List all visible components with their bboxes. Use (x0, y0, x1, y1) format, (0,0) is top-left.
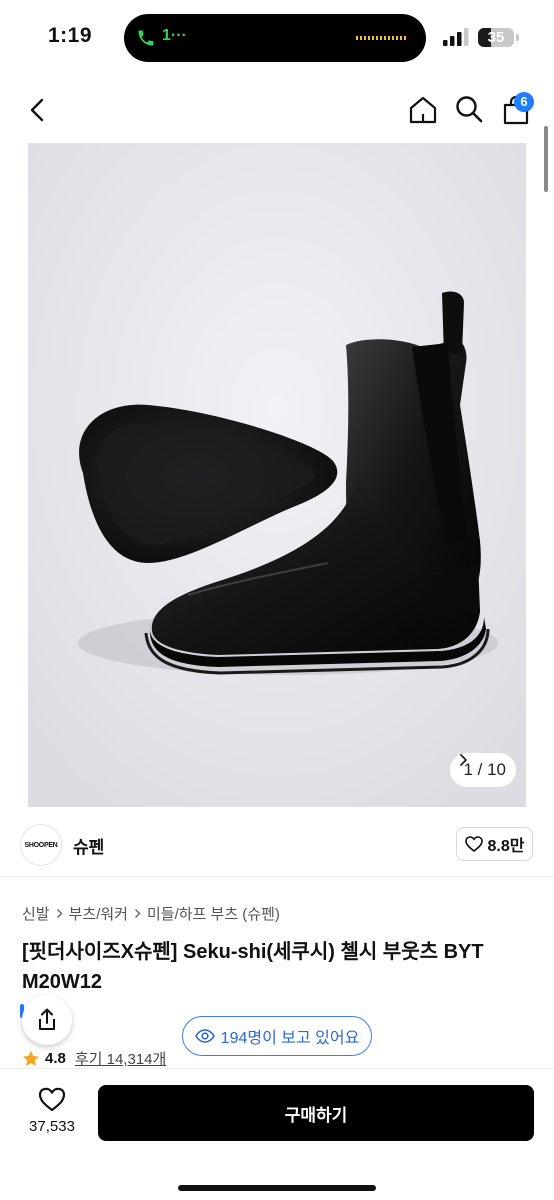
scrollbar[interactable] (544, 126, 548, 192)
battery-level: 35 (487, 29, 505, 46)
search-icon[interactable] (454, 94, 484, 124)
phone-icon (138, 30, 154, 46)
status-time: 1:19 (48, 24, 93, 47)
battery-icon: 35 (478, 28, 514, 47)
review-count-link[interactable]: 후기 14,314개 (75, 1048, 166, 1069)
share-icon (39, 1008, 55, 1030)
status-bar: 1:19 1··· 35 (0, 0, 554, 78)
heart-icon (38, 1087, 66, 1112)
heart-icon (464, 836, 483, 852)
star-icon (23, 1050, 39, 1066)
chevron-right-icon (134, 909, 141, 918)
breadcrumb-item[interactable]: 부츠/워커 (69, 903, 128, 924)
image-counter[interactable]: 1 / 10 (450, 753, 516, 787)
top-nav (0, 84, 554, 136)
product-title: [핏더사이즈X슈펜] Seku-shi(세쿠시) 첼시 부웃츠 BYT M20W… (22, 937, 542, 997)
signal-icon (443, 28, 469, 46)
product-image[interactable]: 1 / 10 (28, 143, 526, 807)
brand-row[interactable]: SHOOPEN 슈펜 8.8만 (0, 815, 554, 877)
back-icon[interactable] (24, 96, 52, 124)
bottom-action-bar: 37,533 구매하기 (0, 1068, 554, 1200)
brand-name[interactable]: 슈펜 (73, 833, 104, 858)
cart-count-badge: 6 (514, 92, 534, 112)
breadcrumb-item[interactable]: 미들/하프 부츠 (슈펜) (147, 903, 280, 924)
buy-button[interactable]: 구매하기 (98, 1085, 534, 1141)
chevron-right-icon (460, 754, 468, 766)
product-title-line2: M20W12 (22, 971, 103, 993)
brand-logo-text: SHOOPEN (24, 841, 58, 849)
share-button[interactable] (22, 995, 72, 1045)
image-counter-text: 1 / 10 (463, 760, 506, 779)
viewers-pill: 194명이 보고 있어요 (182, 1016, 372, 1056)
product-title-line1: [핏더사이즈X슈펜] Seku-shi(세쿠시) 첼시 부웃츠 BYT (22, 941, 484, 963)
wishlist-count: 37,533 (29, 1118, 75, 1135)
viewers-text: 194명이 보고 있어요 (220, 1030, 360, 1047)
brand-logo[interactable]: SHOOPEN (20, 824, 62, 866)
breadcrumb: 신발 부츠/워커 미들/하프 부츠 (슈펜) (22, 903, 280, 924)
chevron-right-icon (56, 909, 63, 918)
breadcrumb-item[interactable]: 신발 (22, 903, 50, 924)
home-icon[interactable] (407, 94, 439, 126)
eye-icon (194, 1029, 215, 1043)
call-duration: 1··· (162, 27, 187, 44)
wishlist-button[interactable]: 37,533 (20, 1087, 84, 1143)
call-waveform (356, 36, 408, 40)
dynamic-island-call[interactable]: 1··· (124, 14, 426, 62)
home-indicator (178, 1185, 376, 1191)
battery-cap (516, 34, 519, 41)
chelsea-boot-photo (28, 143, 526, 807)
brand-like-button[interactable]: 8.8만 (456, 827, 533, 861)
rating-row: 4.8 후기 14,314개 (22, 1048, 166, 1069)
brand-like-count: 8.8만 (487, 838, 525, 855)
rating-score: 4.8 (45, 1050, 66, 1067)
